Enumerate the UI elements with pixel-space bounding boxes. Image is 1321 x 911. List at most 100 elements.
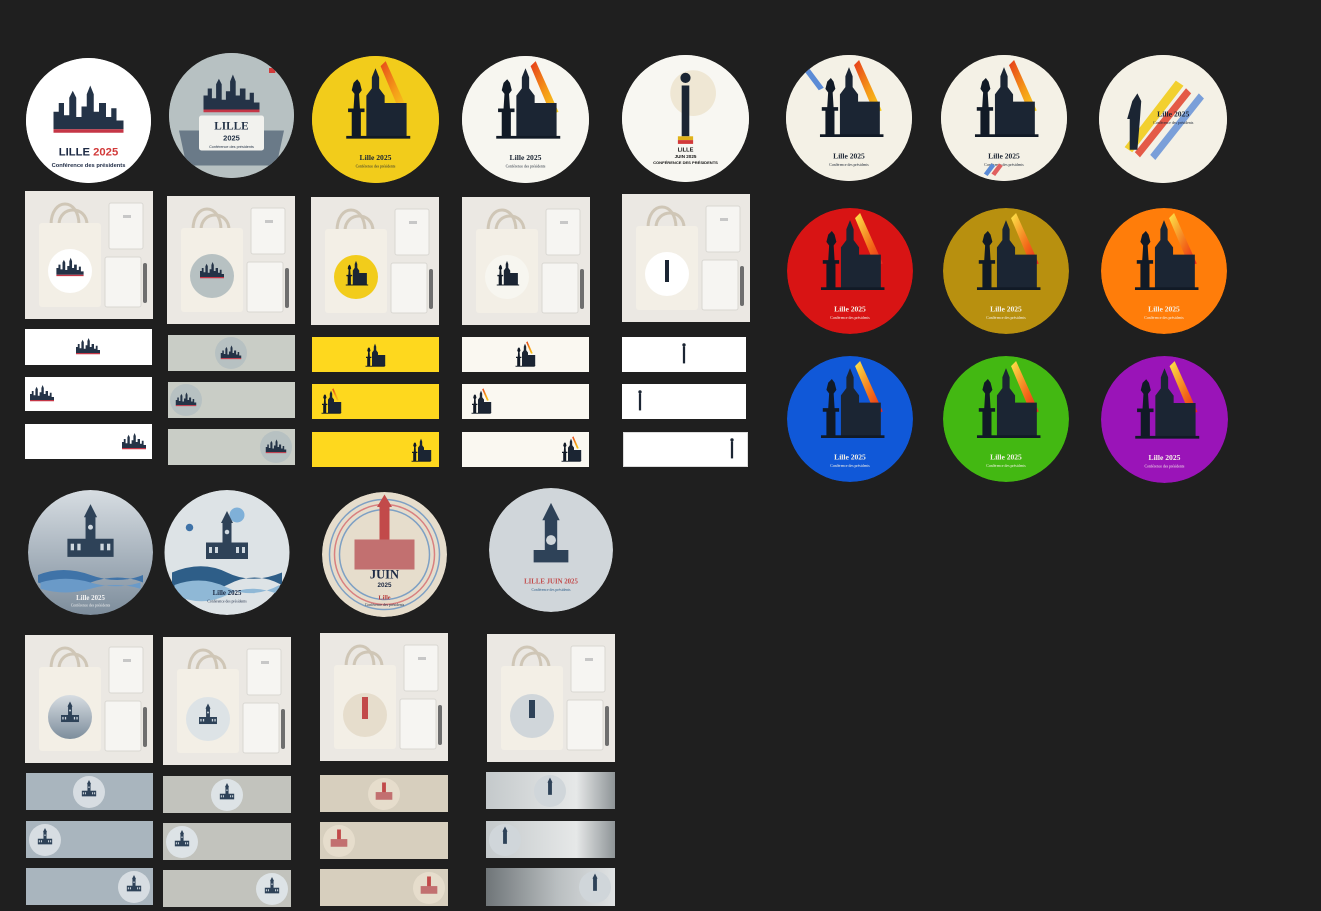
svg-text:Lille 2025: Lille 2025	[988, 151, 1020, 160]
logo-thumbnail-icon	[411, 438, 433, 462]
merch-mockup-2[interactable]	[167, 196, 295, 324]
logo-thumbnail-icon	[489, 823, 521, 856]
svg-text:JUIN: JUIN	[370, 567, 399, 581]
svg-text:2025: 2025	[378, 582, 392, 589]
banner-set1-center[interactable]	[25, 329, 152, 365]
logo-yellow-silhouette[interactable]: Lille 2025 Conférence des présidents	[312, 56, 439, 183]
svg-text:Conférence des présidents: Conférence des présidents	[71, 603, 111, 607]
logo-column-monument[interactable]: LILLE JUIN 2025 CONFÉRENCE DES PRÉSIDENT…	[622, 55, 749, 182]
svg-text:Conférence des présidents: Conférence des présidents	[830, 464, 870, 468]
banner-set5-left[interactable]	[622, 384, 746, 419]
church-statue-icon: Lille 2025 Conférence des présidents	[462, 56, 589, 183]
banner-set2-left[interactable]	[168, 382, 295, 418]
logo-thumbnail-icon	[323, 824, 355, 857]
banner-set2-center[interactable]	[168, 335, 295, 371]
color-variant-red[interactable]: Lille 2025 Conférence des présidents	[787, 208, 913, 334]
svg-text:2025: 2025	[223, 134, 240, 143]
svg-text:Lille 2025: Lille 2025	[360, 153, 392, 162]
svg-text:Conférence des présidents: Conférence des présidents	[1144, 316, 1184, 320]
logo-architecture-badge[interactable]: LILLE 2025 Conférence des présidents	[169, 53, 294, 178]
merch-mockup-3[interactable]	[311, 197, 439, 325]
tote-bag-icon	[622, 194, 750, 322]
logo-thumbnail-icon	[471, 387, 493, 414]
logo-thumbnail-icon	[260, 431, 292, 463]
merch-mockup-6[interactable]	[25, 635, 153, 763]
banner-set3-left[interactable]	[312, 384, 439, 419]
logo-cream-flag-silhouette[interactable]: Lille 2025 Conférence des présidents	[786, 55, 912, 181]
church-statue-icon: Lille 2025 Conférence des présidents	[312, 56, 439, 183]
merch-mockup-1[interactable]	[25, 191, 153, 319]
banner-set6-left[interactable]	[26, 821, 153, 858]
merch-mockup-9[interactable]	[487, 634, 615, 762]
logo-cream-flag-silhouette-2[interactable]: Lille 2025 Conférence des présidents	[941, 55, 1067, 181]
merch-mockup-5[interactable]	[622, 194, 750, 322]
logo-thumbnail-icon	[122, 432, 146, 449]
logo-thumbnail-icon	[534, 774, 566, 807]
city-collage-icon: LILLE 2025 Conférence des présidents	[26, 58, 151, 183]
tote-bag-icon	[25, 635, 153, 763]
banner-set6-center[interactable]	[26, 773, 153, 810]
merch-mockup-7[interactable]	[163, 637, 291, 765]
svg-text:Conférence des présidents: Conférence des présidents	[365, 603, 405, 607]
banner-set5-right[interactable]	[623, 432, 748, 467]
svg-text:Conférence des présidents: Conférence des présidents	[531, 588, 571, 592]
banner-set1-right[interactable]	[25, 424, 152, 459]
banner-set3-center[interactable]	[312, 337, 439, 372]
banner-set3-right[interactable]	[312, 432, 439, 467]
logo-collage-stamp[interactable]: LILLE 2025 Conférence des présidents	[26, 58, 151, 183]
banner-set7-right[interactable]	[163, 870, 291, 907]
banner-set5-center[interactable]	[622, 337, 746, 372]
banner-set8-right[interactable]	[320, 869, 448, 906]
merch-mockup-4[interactable]	[462, 197, 590, 325]
svg-text:Conférence des présidents: Conférence des présidents	[829, 163, 869, 167]
logo-cityscape-waves[interactable]: Lille 2025 Conférence des présidents	[164, 490, 290, 615]
banner-set1-left[interactable]	[25, 377, 152, 411]
logo-belfry-waves[interactable]: Lille 2025 Conférence des présidents	[28, 490, 153, 615]
svg-text:Conférence des présidents: Conférence des présidents	[209, 145, 254, 149]
banner-set7-left[interactable]	[163, 823, 291, 860]
architecture-icon: LILLE 2025 Conférence des présidents	[169, 53, 294, 178]
color-variant-blue[interactable]: Lille 2025 Conférence des présidents	[787, 356, 913, 482]
banner-set2-right[interactable]	[168, 429, 295, 465]
logo-white-silhouette[interactable]: Lille 2025 Conférence des présidents	[462, 56, 589, 183]
church-statue-icon: Lille 2025 Conférence des présidents	[787, 356, 913, 482]
banner-set4-right[interactable]	[462, 432, 589, 467]
merch-mockup-8[interactable]	[320, 633, 448, 761]
banner-set9-right[interactable]	[486, 868, 615, 906]
banner-set8-center[interactable]	[320, 775, 448, 812]
cityscape-icon: Lille 2025 Conférence des présidents	[164, 490, 290, 615]
svg-text:Conférence des présidents: Conférence des présidents	[830, 316, 870, 320]
svg-text:JUIN 2025: JUIN 2025	[675, 154, 697, 159]
church-statue-icon: Lille 2025 Conférence des présidents	[1101, 208, 1227, 334]
column-monument-icon: LILLE JUIN 2025 CONFÉRENCE DES PRÉSIDENT…	[622, 55, 749, 182]
tote-bag-icon	[462, 197, 590, 325]
statue-icon: Lille 2025 Conférence des présidents	[1099, 55, 1227, 183]
svg-text:Lille 2025: Lille 2025	[990, 452, 1022, 461]
color-variant-ochre[interactable]: Lille 2025 Conférence des présidents	[943, 208, 1069, 334]
banner-set9-left[interactable]	[486, 821, 615, 858]
logo-thumbnail-icon	[215, 337, 247, 369]
svg-text:Lille 2025: Lille 2025	[834, 452, 866, 461]
logo-statue-stripes[interactable]: Lille 2025 Conférence des présidents	[1099, 55, 1227, 183]
svg-text:Conférence des présidents: Conférence des présidents	[986, 464, 1026, 468]
church-statue-icon: Lille 2025 Conférence des présidents	[786, 55, 912, 181]
banner-set4-left[interactable]	[462, 384, 589, 419]
banner-set9-center[interactable]	[486, 772, 615, 809]
banner-set8-left[interactable]	[320, 822, 448, 859]
banner-set4-center[interactable]	[462, 337, 589, 372]
banner-set6-right[interactable]	[26, 868, 153, 905]
svg-text:LILLE JUIN 2025: LILLE JUIN 2025	[524, 578, 578, 585]
color-variant-green[interactable]: Lille 2025 Conférence des présidents	[943, 356, 1069, 482]
logo-minimal-belfry[interactable]: LILLE JUIN 2025 Conférence des président…	[489, 488, 613, 612]
logo-juin-stripes[interactable]: JUIN 2025 Lille Conférence des président…	[322, 492, 447, 617]
logo-thumbnail-icon	[515, 340, 537, 367]
color-variant-orange[interactable]: Lille 2025 Conférence des présidents	[1101, 208, 1227, 334]
banner-set7-center[interactable]	[163, 776, 291, 813]
svg-text:Lille 2025: Lille 2025	[213, 590, 242, 597]
tote-bag-icon	[487, 634, 615, 762]
color-variant-purple[interactable]: Lille 2025 Conférence des présidents	[1101, 356, 1228, 483]
logo-thumbnail-icon	[118, 870, 150, 903]
belfry-icon: Lille 2025 Conférence des présidents	[28, 490, 153, 615]
logo-thumbnail-icon	[76, 338, 100, 355]
svg-text:Conférence des présidents: Conférence des présidents	[356, 165, 396, 169]
